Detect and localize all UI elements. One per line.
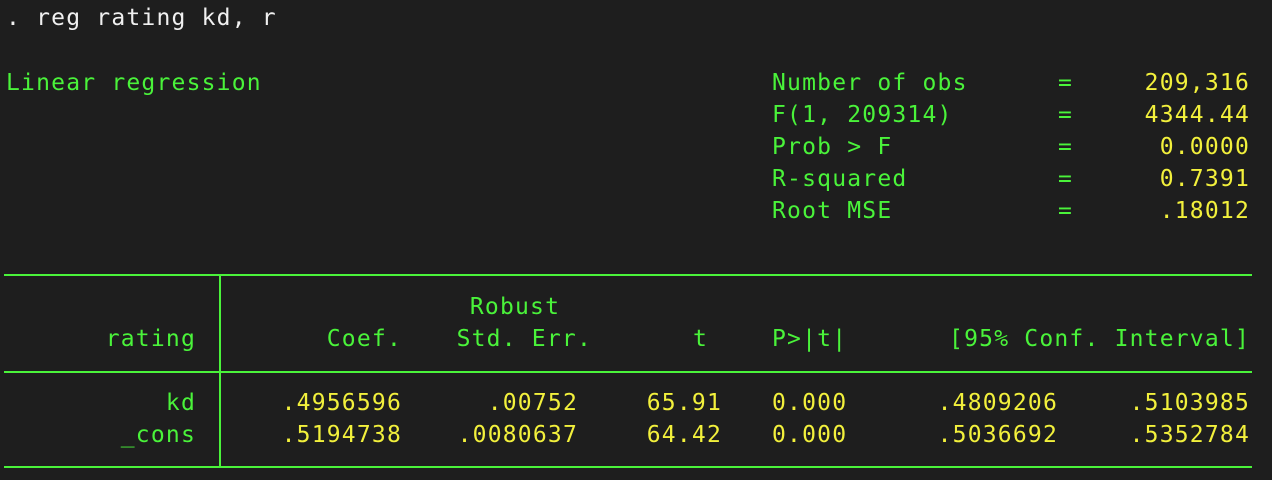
row-p: 0.000 — [772, 422, 848, 448]
row-t: 64.42 — [646, 422, 722, 448]
stat-value-r2: 0.7391 — [1159, 166, 1250, 192]
row-ci-low: .5036692 — [937, 422, 1058, 448]
header-p: P>|t| — [772, 326, 848, 352]
stat-value-f: 4344.44 — [1144, 102, 1250, 128]
table-header-rule — [4, 371, 1252, 373]
stat-label-r2: R-squared — [772, 166, 908, 192]
row-ci-high: .5103985 — [1129, 390, 1250, 416]
table-bottom-rule — [4, 466, 1252, 468]
stat-label-probf: Prob > F — [772, 134, 893, 160]
stat-eq-probf: = — [1058, 134, 1074, 160]
row-var: kd — [165, 390, 196, 416]
stat-value-rmse: .18012 — [1159, 198, 1250, 224]
table-top-rule — [4, 274, 1252, 276]
stat-eq-r2: = — [1058, 166, 1074, 192]
stat-label-f: F(1, 209314) — [772, 102, 953, 128]
row-coef: .5194738 — [281, 422, 402, 448]
stat-eq-f: = — [1058, 102, 1074, 128]
stat-label-nobs: Number of obs — [772, 70, 968, 96]
row-se: .00752 — [487, 390, 578, 416]
row-coef: .4956596 — [281, 390, 402, 416]
row-ci-high: .5352784 — [1129, 422, 1250, 448]
header-se: Std. Err. — [456, 326, 592, 352]
header-depvar: rating — [105, 326, 196, 352]
stat-eq-nobs: = — [1058, 70, 1074, 96]
stat-label-rmse: Root MSE — [772, 198, 893, 224]
row-var: _cons — [120, 422, 196, 448]
stat-eq-rmse: = — [1058, 198, 1074, 224]
header-robust: Robust — [469, 294, 561, 320]
row-p: 0.000 — [772, 390, 848, 416]
row-t: 65.91 — [646, 390, 722, 416]
command-line: . reg rating kd, r — [6, 5, 277, 31]
stat-value-nobs: 209,316 — [1144, 70, 1250, 96]
header-t: t — [692, 326, 708, 352]
table-column-divider — [219, 274, 221, 468]
header-coef: Coef. — [326, 326, 402, 352]
regression-title: Linear regression — [6, 70, 262, 96]
stat-value-probf: 0.0000 — [1159, 134, 1250, 160]
row-se: .0080637 — [457, 422, 578, 448]
header-ci: [95% Conf. Interval] — [949, 326, 1250, 352]
row-ci-low: .4809206 — [937, 390, 1058, 416]
